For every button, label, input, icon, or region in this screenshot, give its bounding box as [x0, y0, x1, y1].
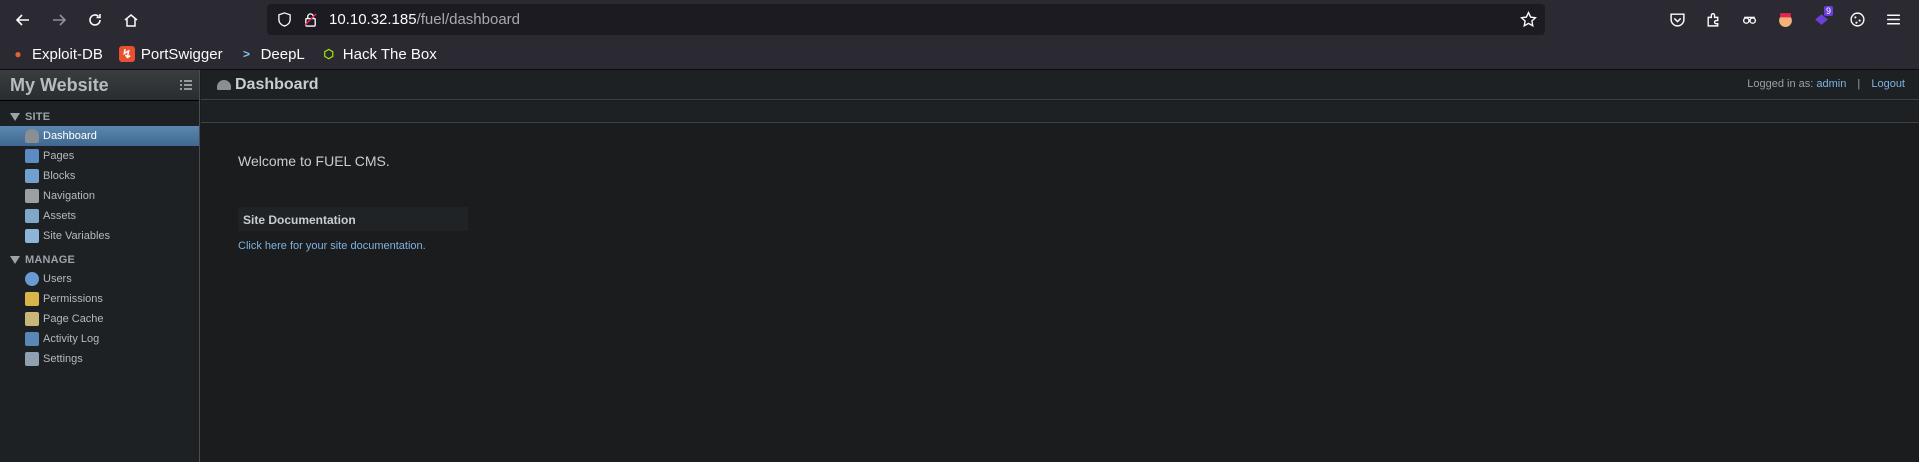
sidebar-item-users[interactable]: Users: [0, 269, 199, 289]
section-heading[interactable]: MANAGE: [0, 253, 199, 267]
sidebar-item-permissions[interactable]: Permissions: [0, 289, 199, 309]
sidebar-item-assets[interactable]: Assets: [0, 206, 199, 226]
welcome-text: Welcome to FUEL CMS.: [238, 153, 390, 169]
sidebar-item-blocks[interactable]: Blocks: [0, 166, 199, 186]
sidebar: My Website SITE Dashboard Pages Blocks N…: [0, 70, 200, 462]
assets-icon: [25, 209, 39, 223]
sidebar-item-navigation[interactable]: Navigation: [0, 186, 199, 206]
bookmark-label: Hack The Box: [342, 45, 437, 63]
doc-section-heading: Site Documentation: [238, 207, 468, 231]
bookmark-label: Exploit-DB: [32, 45, 103, 63]
bookmark-label: DeepL: [260, 45, 305, 63]
documentation-link[interactable]: Click here for your site documentation.: [238, 240, 498, 252]
bookmark-label: PortSwigger: [140, 45, 223, 63]
page-cache-icon: [25, 312, 39, 326]
bookmarks-bar: ● Exploit-DB ↯ PortSwigger > DeepL ⬡ Hac…: [0, 39, 1919, 70]
settings-icon: [25, 352, 39, 366]
activity-log-icon: [25, 332, 39, 346]
sidebar-item-page-cache[interactable]: Page Cache: [0, 309, 199, 329]
cookie-icon[interactable]: [1839, 4, 1875, 35]
forward-button[interactable]: [41, 2, 77, 38]
back-button[interactable]: [5, 2, 41, 38]
sidebar-item-activity-log[interactable]: Activity Log: [0, 329, 199, 349]
exploit-db-icon: ●: [14, 47, 22, 61]
shield-icon[interactable]: [275, 11, 293, 29]
separator: |: [1857, 78, 1861, 90]
login-prefix: Logged in as:: [1747, 78, 1814, 90]
back-arrow-icon: [15, 13, 29, 26]
bookmark-star-icon[interactable]: [1520, 10, 1537, 28]
reload-icon: [89, 13, 101, 26]
sidebar-item-settings[interactable]: Settings: [0, 349, 199, 369]
browser-toolbar: 10.10.32.185/fuel/dashboard 9: [0, 0, 1919, 39]
page-header: Dashboard Logged in as: admin | Logout: [201, 70, 1919, 100]
url-bar[interactable]: 10.10.32.185/fuel/dashboard: [267, 4, 1545, 35]
menu-icon[interactable]: [1875, 4, 1911, 35]
login-user-link[interactable]: admin: [1816, 78, 1846, 90]
forward-arrow-icon: [53, 13, 67, 26]
site-variables-icon: [25, 229, 39, 243]
dashboard-content: Welcome to FUEL CMS. Site Documentation …: [238, 153, 468, 252]
bookmark-hack-the-box[interactable]: ⬡ Hack The Box: [321, 46, 437, 63]
home-icon: [124, 13, 138, 27]
site-title-bar: My Website: [0, 70, 199, 101]
htb-icon: ⬡: [323, 47, 334, 61]
collapse-triangle-icon: [10, 113, 20, 121]
bookmark-portswigger[interactable]: ↯ PortSwigger: [118, 45, 223, 63]
navigation-icon: [25, 189, 39, 203]
pocket-icon[interactable]: [1659, 4, 1695, 35]
page-title: Dashboard: [235, 75, 319, 93]
bookmark-deepl[interactable]: > DeepL: [239, 46, 305, 63]
logout-link[interactable]: Logout: [1871, 78, 1905, 90]
doc-heading: Site Documentation: [243, 213, 356, 227]
sidebar-item-dashboard[interactable]: Dashboard: [0, 126, 199, 146]
url-host: 10.10.32.185: [329, 11, 417, 28]
spy-extension-icon[interactable]: [1731, 4, 1767, 35]
url-text: 10.10.32.185/fuel/dashboard: [329, 11, 520, 28]
dashboard-icon: [217, 79, 231, 90]
pages-icon: [25, 149, 39, 163]
blocks-icon: [25, 169, 39, 183]
permissions-icon: [25, 292, 39, 306]
fuel-app: My Website SITE Dashboard Pages Blocks N…: [0, 70, 1919, 462]
portswigger-icon: ↯: [118, 46, 135, 62]
face-extension-icon[interactable]: [1767, 4, 1803, 35]
toolbar-right-icons: 9: [1659, 4, 1911, 35]
bookmark-exploit-db[interactable]: ● Exploit-DB: [10, 45, 103, 63]
action-bar: [201, 101, 1919, 123]
url-path: /fuel/dashboard: [416, 11, 521, 28]
login-info: Logged in as: admin | Logout: [1747, 78, 1905, 90]
sidebar-section-manage: MANAGE Users Permissions Page Cache Acti…: [0, 253, 199, 369]
extensions-icon[interactable]: [1695, 4, 1731, 35]
extension-badge: 9: [1823, 6, 1833, 16]
users-icon: [25, 272, 39, 286]
reload-button[interactable]: [77, 2, 113, 38]
dashboard-icon: [25, 129, 39, 143]
site-title[interactable]: My Website: [10, 75, 109, 96]
collapse-triangle-icon: [10, 256, 20, 264]
deepl-icon: >: [243, 47, 251, 61]
sidebar-item-pages[interactable]: Pages: [0, 146, 199, 166]
list-toggle-icon[interactable]: [179, 78, 193, 92]
insecure-lock-icon[interactable]: [301, 11, 319, 29]
home-button[interactable]: [113, 2, 149, 38]
sidebar-section-site: SITE Dashboard Pages Blocks Navigation A…: [0, 110, 199, 246]
purple-extension-icon[interactable]: 9: [1803, 4, 1839, 35]
sidebar-item-site-variables[interactable]: Site Variables: [0, 226, 199, 246]
section-heading[interactable]: SITE: [0, 110, 199, 124]
